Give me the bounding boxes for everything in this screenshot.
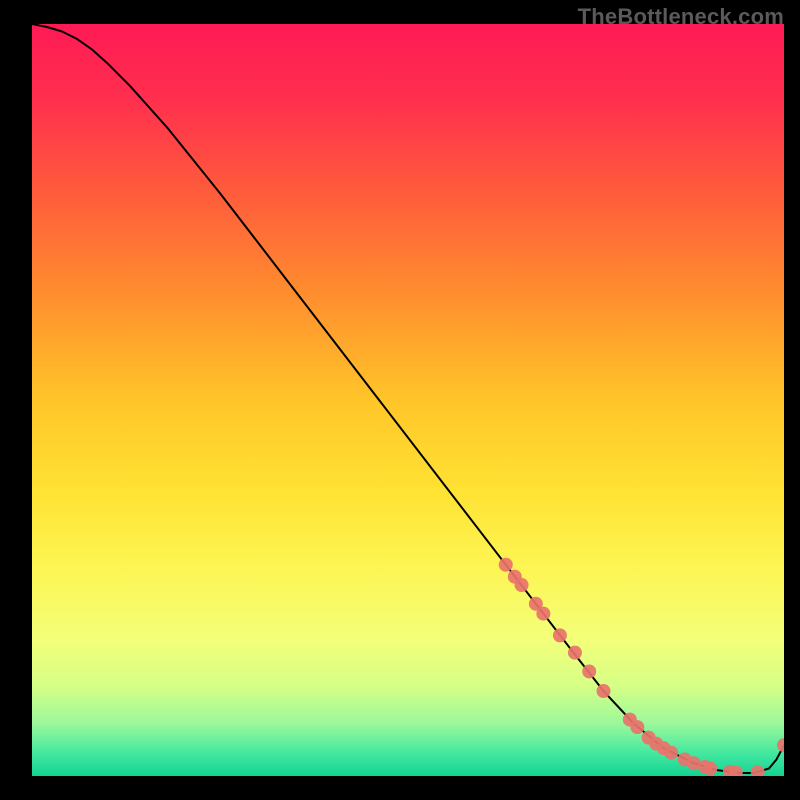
chart-stage: TheBottleneck.com: [0, 0, 800, 800]
highlight-point: [568, 646, 582, 660]
plot-area: [32, 24, 784, 776]
highlight-point: [582, 664, 596, 678]
highlight-point: [664, 746, 678, 760]
highlight-point: [536, 607, 550, 621]
gradient-background: [32, 24, 784, 776]
highlight-point: [515, 578, 529, 592]
highlight-point: [630, 720, 644, 734]
highlight-point: [597, 684, 611, 698]
highlight-point: [703, 761, 717, 775]
highlight-point: [553, 628, 567, 642]
highlight-point: [499, 558, 513, 572]
chart-svg: [32, 24, 784, 776]
